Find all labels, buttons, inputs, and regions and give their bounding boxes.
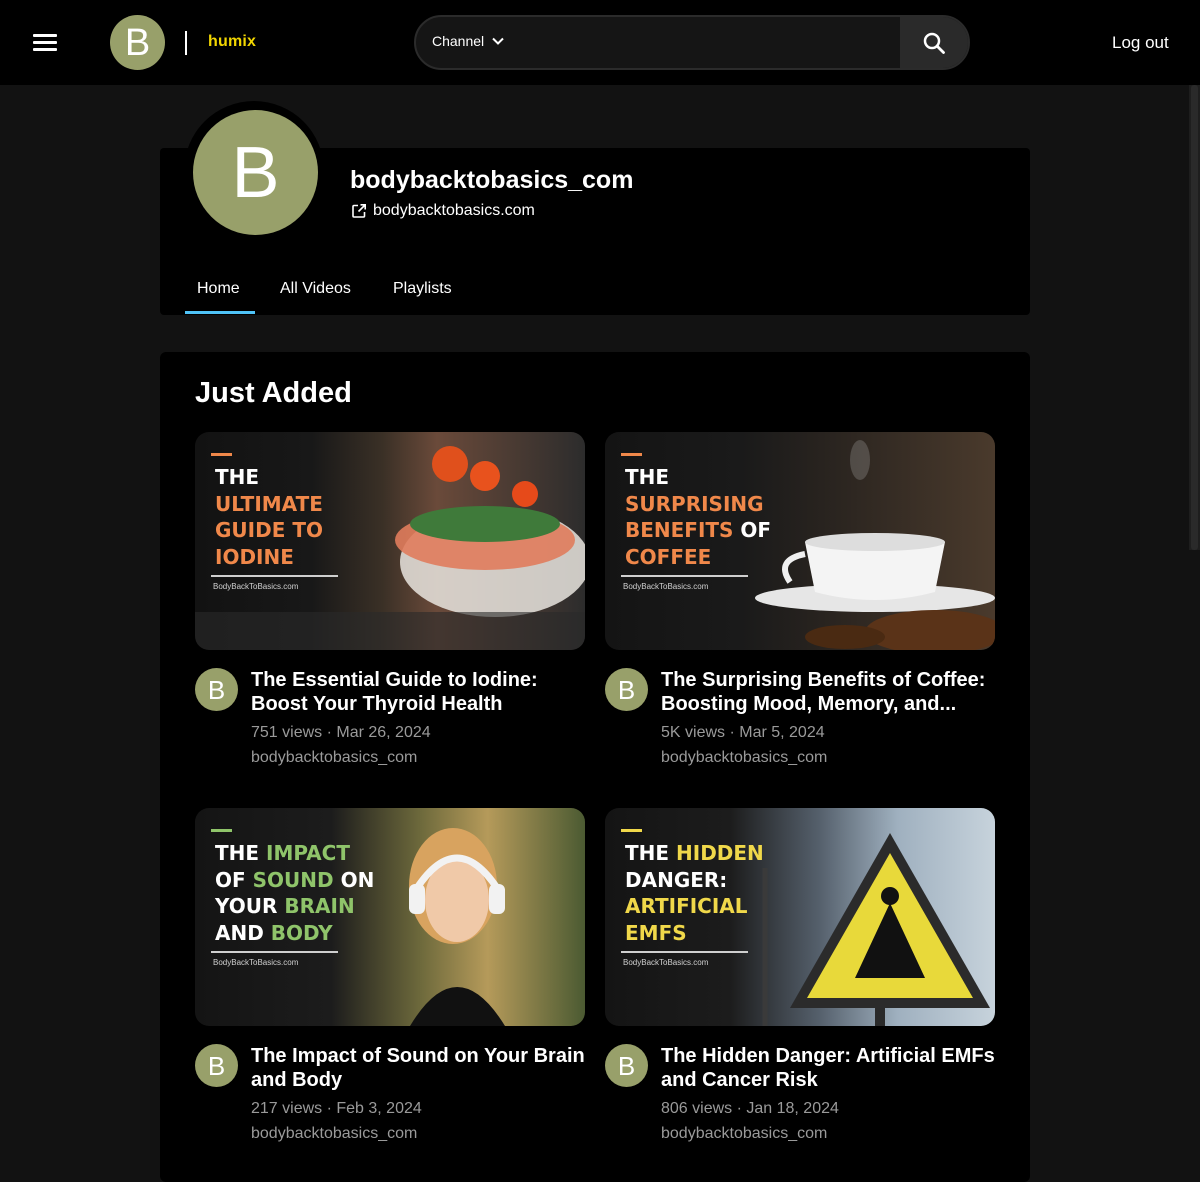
video-card-sound[interactable]: THE IMPACT OF SOUND ON YOUR BRAIN AND BO… — [195, 808, 585, 1148]
video-title[interactable]: The Impact of Sound on Your Brain and Bo… — [251, 1044, 585, 1092]
thumbnail-domain: BodyBackToBasics.com — [213, 582, 299, 591]
page-scrollbar[interactable] — [1189, 85, 1200, 550]
thumbnail-domain: BodyBackToBasics.com — [213, 958, 299, 967]
thumbnail-accent-bar — [211, 453, 232, 456]
video-thumbnail[interactable]: THE ULTIMATE GUIDE TO IODINE BodyBackToB… — [195, 432, 585, 650]
search-icon — [923, 32, 945, 54]
video-card-iodine[interactable]: THE ULTIMATE GUIDE TO IODINE BodyBackToB… — [195, 432, 585, 772]
thumbnail-accent-bar — [211, 829, 232, 832]
thumbnail-divider — [211, 951, 338, 953]
brand-divider — [185, 31, 187, 55]
video-meta: 5K views · Mar 5, 2024 — [661, 724, 825, 741]
video-channel-avatar[interactable]: B — [605, 1044, 648, 1087]
video-meta: 806 views · Jan 18, 2024 — [661, 1100, 839, 1117]
chevron-down-icon — [492, 37, 504, 45]
video-thumbnail[interactable]: THE HIDDEN DANGER: ARTIFICIAL EMFS BodyB… — [605, 808, 995, 1026]
search-scope-label: Channel — [432, 33, 485, 49]
channel-avatar: B — [193, 110, 318, 235]
tab-home[interactable]: Home — [197, 280, 240, 298]
hamburger-menu-icon[interactable] — [33, 33, 59, 53]
video-channel-name[interactable]: bodybacktobasics_com — [251, 1125, 417, 1143]
thumbnail-title: THE ULTIMATE GUIDE TO IODINE — [215, 465, 323, 569]
thumbnail-divider — [621, 575, 748, 577]
search-bar: Channel — [414, 15, 970, 70]
channel-website-link[interactable]: bodybacktobasics.com — [351, 202, 535, 220]
search-input[interactable] — [526, 25, 896, 61]
thumbnail-domain: BodyBackToBasics.com — [623, 582, 709, 591]
video-title[interactable]: The Surprising Benefits of Coffee: Boost… — [661, 668, 995, 716]
video-channel-avatar[interactable]: B — [605, 668, 648, 711]
logout-button[interactable]: Log out — [1112, 33, 1169, 53]
video-title[interactable]: The Hidden Danger: Artificial EMFs and C… — [661, 1044, 995, 1092]
thumbnail-title: THE HIDDEN DANGER: ARTIFICIAL EMFS — [625, 841, 764, 945]
humix-logo[interactable]: humix — [208, 33, 256, 51]
section-title: Just Added — [195, 377, 352, 409]
thumbnail-divider — [621, 951, 748, 953]
channel-website-label: bodybacktobasics.com — [373, 202, 535, 219]
thumbnail-domain: BodyBackToBasics.com — [623, 958, 709, 967]
video-channel-avatar[interactable]: B — [195, 668, 238, 711]
video-channel-name[interactable]: bodybacktobasics_com — [661, 749, 827, 767]
thumbnail-title: THE SURPRISING BENEFITS OF COFFEE — [625, 465, 772, 569]
video-channel-name[interactable]: bodybacktobasics_com — [251, 749, 417, 767]
video-meta: 217 views · Feb 3, 2024 — [251, 1100, 422, 1117]
thumbnail-title: THE IMPACT OF SOUND ON YOUR BRAIN AND BO… — [215, 841, 375, 945]
video-title[interactable]: The Essential Guide to Iodine: Boost You… — [251, 668, 585, 716]
thumbnail-accent-bar — [621, 829, 642, 832]
active-tab-indicator — [185, 311, 255, 314]
video-thumbnail[interactable]: THE IMPACT OF SOUND ON YOUR BRAIN AND BO… — [195, 808, 585, 1026]
external-link-icon — [352, 204, 366, 218]
video-channel-name[interactable]: bodybacktobasics_com — [661, 1125, 827, 1143]
thumbnail-accent-bar — [621, 453, 642, 456]
top-bar: B humix Channel Log out — [0, 0, 1200, 85]
scrollbar-thumb[interactable] — [1191, 85, 1198, 550]
video-card-emfs[interactable]: THE HIDDEN DANGER: ARTIFICIAL EMFS BodyB… — [605, 808, 995, 1148]
video-meta: 751 views · Mar 26, 2024 — [251, 724, 431, 741]
video-card-coffee[interactable]: THE SURPRISING BENEFITS OF COFFEE BodyBa… — [605, 432, 995, 772]
search-button[interactable] — [900, 17, 968, 68]
video-thumbnail[interactable]: THE SURPRISING BENEFITS OF COFFEE BodyBa… — [605, 432, 995, 650]
channel-name: bodybacktobasics_com — [350, 166, 634, 194]
tab-playlists[interactable]: Playlists — [393, 280, 452, 298]
avatar[interactable]: B — [110, 15, 165, 70]
thumbnail-divider — [211, 575, 338, 577]
tab-all-videos[interactable]: All Videos — [280, 280, 351, 298]
video-channel-avatar[interactable]: B — [195, 1044, 238, 1087]
search-scope-dropdown[interactable]: Channel — [432, 33, 504, 49]
